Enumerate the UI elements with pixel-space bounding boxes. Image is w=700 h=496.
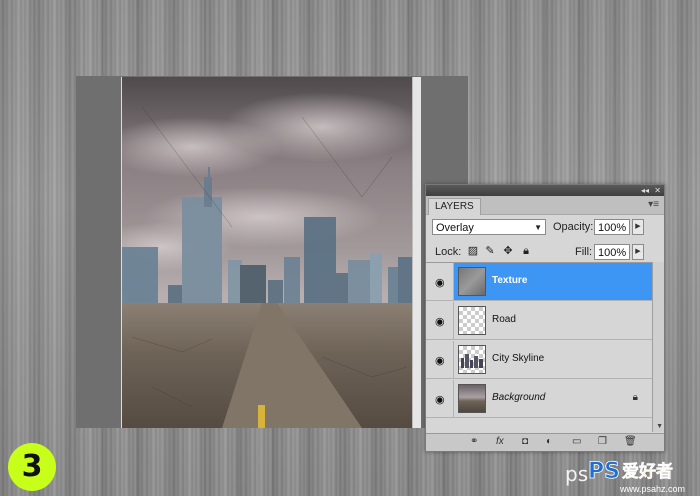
- layer-thumbnail: [458, 306, 486, 335]
- eye-icon: ◉: [435, 355, 445, 367]
- layer-thumbnail: [458, 267, 486, 296]
- visibility-toggle[interactable]: ◉: [426, 263, 454, 300]
- lock-icon: 🔒︎: [632, 392, 638, 403]
- visibility-toggle[interactable]: ◉: [426, 302, 454, 339]
- watermark-text: ps: [565, 462, 589, 486]
- fx-icon[interactable]: fx: [496, 436, 504, 447]
- opacity-slider-button[interactable]: ▶: [632, 219, 644, 235]
- collapse-icon[interactable]: ◂◂: [641, 185, 649, 196]
- layer-mask-icon[interactable]: ◘: [522, 436, 528, 447]
- opacity-label: Opacity:: [553, 221, 594, 233]
- lock-all-icon[interactable]: 🔒︎: [520, 245, 532, 257]
- visibility-toggle[interactable]: ◉: [426, 380, 454, 417]
- link-layers-icon[interactable]: ⚭: [470, 436, 478, 447]
- layer-list: ◉ Texture ◉ Road ◉ City Skyline ◉ Backgr…: [426, 262, 652, 433]
- panel-menu-icon[interactable]: ▾≡: [648, 199, 659, 210]
- tab-layers[interactable]: LAYERS: [428, 198, 481, 215]
- lock-label: Lock:: [435, 246, 462, 258]
- artwork-image[interactable]: [121, 77, 413, 428]
- watermark-url: www.psahz.com: [620, 484, 686, 494]
- eye-icon: ◉: [435, 316, 445, 328]
- blend-mode-select[interactable]: Overlay ▼: [432, 219, 546, 235]
- chevron-down-icon: ▼: [534, 223, 542, 232]
- layer-thumbnail: [458, 384, 486, 413]
- layer-thumbnail: [458, 345, 486, 374]
- svg-text:PS: PS: [588, 459, 620, 484]
- canvas-scrollbar[interactable]: [412, 77, 421, 428]
- lock-pixels-icon[interactable]: ✎: [484, 245, 496, 257]
- layer-row-background[interactable]: ◉ Background 🔒︎: [426, 380, 652, 418]
- fill-input[interactable]: 100%: [594, 244, 630, 260]
- artwork-scene: [122, 77, 413, 428]
- blend-mode-value: Overlay: [436, 222, 474, 234]
- fill-slider-button[interactable]: ▶: [632, 244, 644, 260]
- layer-row-city-skyline[interactable]: ◉ City Skyline: [426, 341, 652, 379]
- step-number-badge: 3: [8, 443, 56, 491]
- panel-title-bar[interactable]: ◂◂ ✕: [426, 185, 664, 196]
- adjustment-layer-icon[interactable]: ◐: [546, 436, 552, 447]
- svg-text:爱好者: 爱好者: [622, 461, 673, 482]
- new-group-icon[interactable]: ▭: [572, 436, 581, 447]
- layer-row-texture[interactable]: ◉ Texture: [426, 263, 652, 301]
- opacity-input[interactable]: 100%: [594, 219, 630, 235]
- layer-name: City Skyline: [492, 353, 545, 364]
- panel-footer: ⚭ fx ◘ ◐ ▭ ❐ 🗑︎: [426, 433, 664, 451]
- layer-list-scrollbar[interactable]: ▼: [652, 262, 664, 432]
- layers-panel: ◂◂ ✕ LAYERS ▾≡ Overlay ▼ Opacity: 100% ▶…: [425, 184, 665, 452]
- new-layer-icon[interactable]: ❐: [598, 436, 607, 447]
- layer-name: Texture: [492, 275, 528, 286]
- layer-row-road[interactable]: ◉ Road: [426, 302, 652, 340]
- lock-position-icon[interactable]: ✥: [502, 245, 514, 257]
- watermark-logo: PS 爱好者: [588, 459, 673, 484]
- scroll-down-icon[interactable]: ▼: [656, 423, 663, 430]
- delete-layer-icon[interactable]: 🗑︎: [624, 436, 637, 447]
- eye-icon: ◉: [435, 277, 445, 289]
- close-icon[interactable]: ✕: [654, 185, 661, 196]
- panel-tab-row: LAYERS ▾≡: [426, 196, 664, 215]
- lock-transparency-icon[interactable]: ▨: [467, 245, 479, 257]
- fill-label: Fill:: [575, 246, 593, 258]
- layer-name: Road: [492, 314, 516, 325]
- visibility-toggle[interactable]: ◉: [426, 341, 454, 378]
- eye-icon: ◉: [435, 394, 445, 406]
- layer-name: Background: [492, 392, 546, 403]
